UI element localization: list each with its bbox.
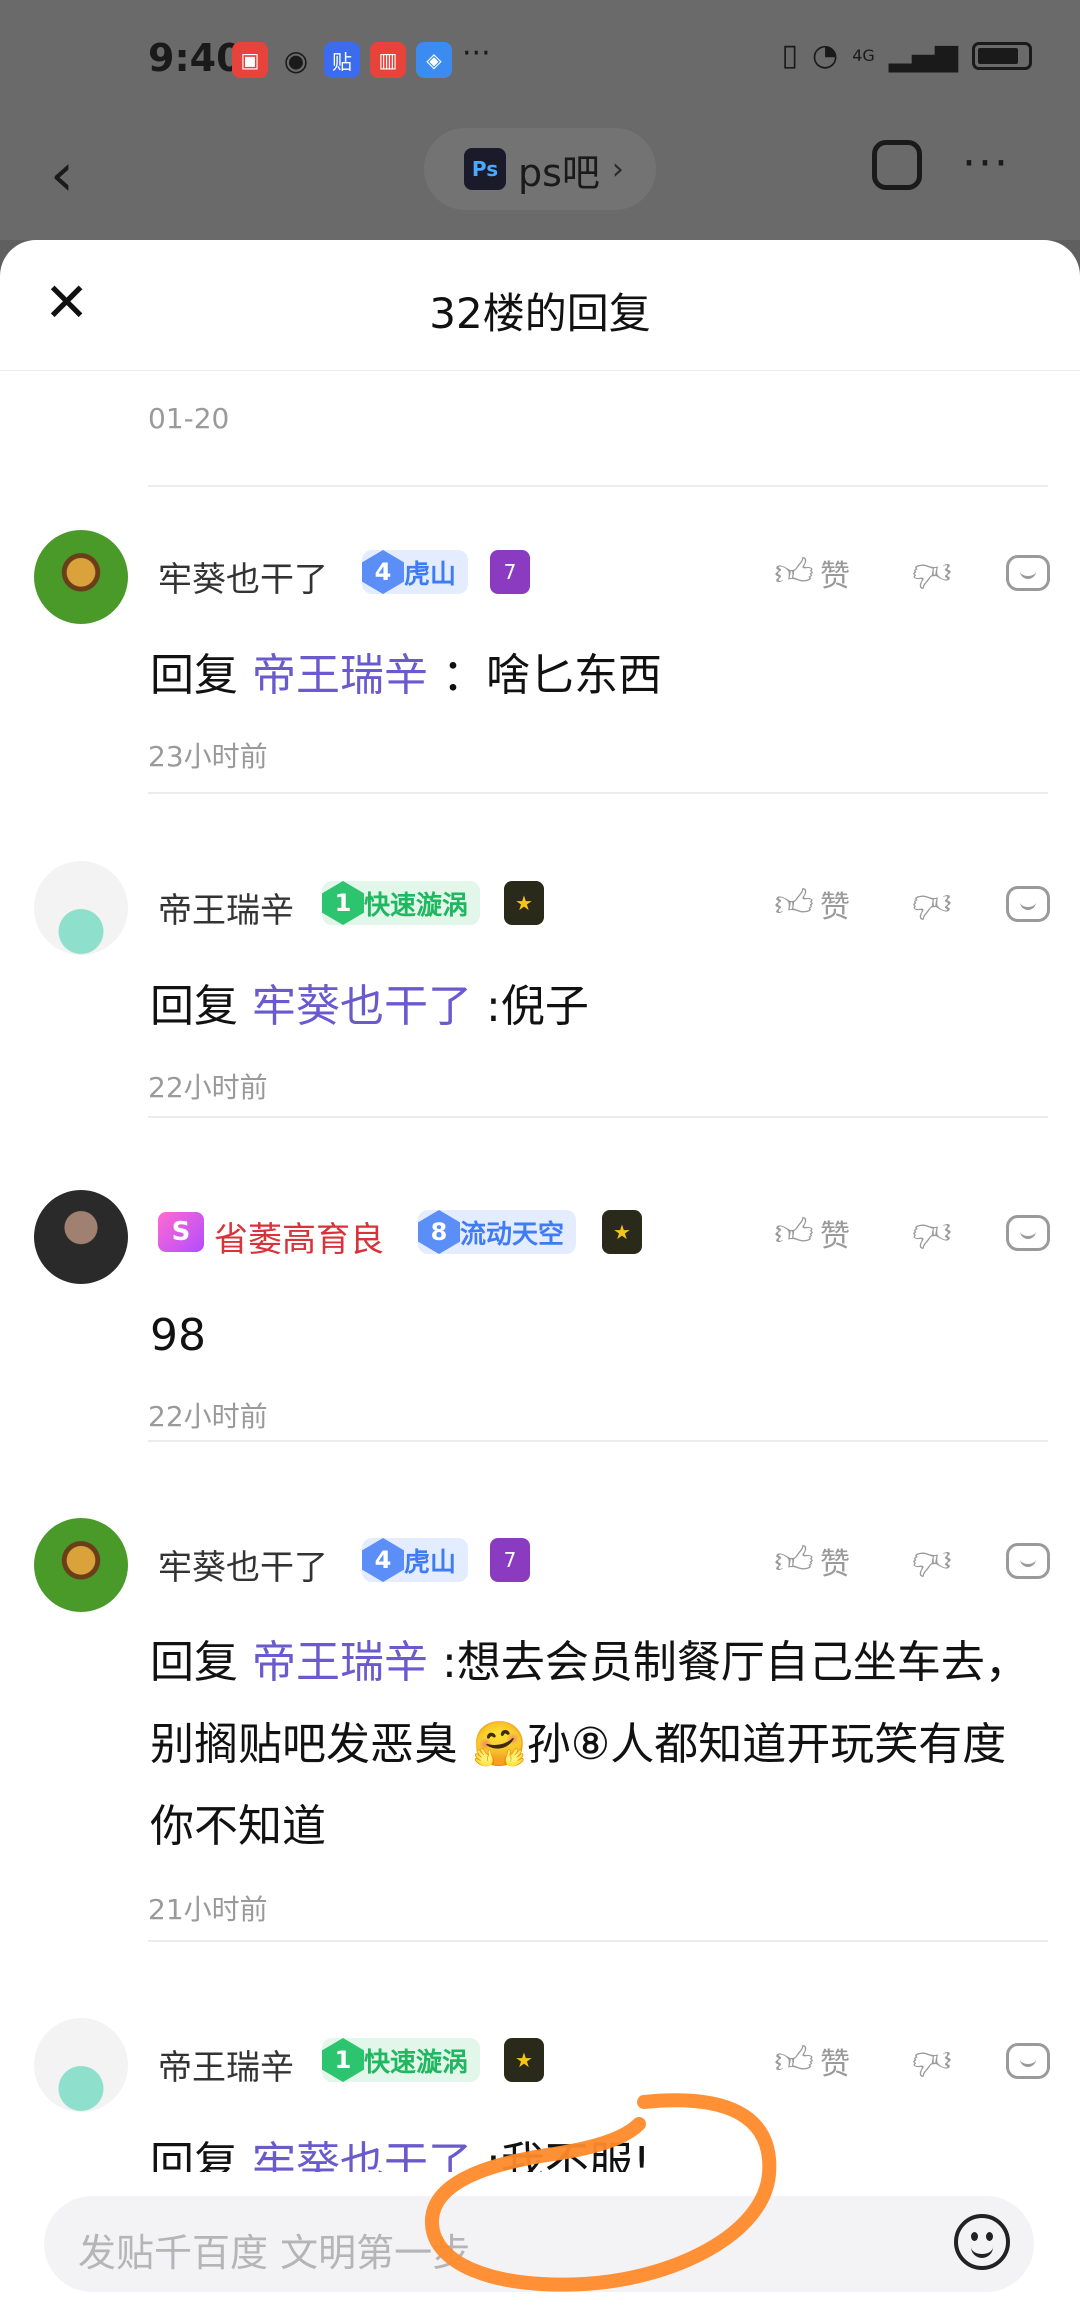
more-notifications-icon: ··· [462,36,491,71]
notification-icons: ▣ ◉ 贴 ▥ ◈ [232,42,452,78]
comment-body: 98 [150,1310,206,1361]
reply-icon[interactable] [1006,1543,1050,1579]
username[interactable]: 牢葵也干了 [158,1540,328,1589]
avatar[interactable] [34,1190,128,1284]
comment-time: 22小时前 [148,1400,268,1433]
chevron-right-icon: › [611,151,624,187]
divider [148,1440,1048,1442]
status-time: 9:40 [148,36,243,80]
avatar[interactable] [34,1518,128,1612]
comment-body: 回复 牢葵也干了 :倪子 [150,981,589,1032]
wifi-icon: ◔ [812,38,839,73]
edit-icon[interactable] [872,140,922,190]
medal-icon: 7 [490,1538,530,1582]
medal-icon: ★ [602,1210,642,1254]
thumb-up-icon: 👍︎ [774,2038,814,2082]
thumb-down-icon[interactable]: 👍︎ [912,1210,952,1256]
browser-app-icon: ◈ [416,42,452,78]
comment-body: 回复 帝王瑞辛 ：啥匕东西 [150,650,662,701]
status-bar: 9:40 ▣ ◉ 贴 ▥ ◈ ··· ▯ ◔ 4G ▂▄▆ [0,0,1080,120]
like-button[interactable]: 👍︎ 赞 [774,2038,864,2084]
avatar[interactable] [34,2018,128,2112]
forum-pill[interactable]: Ps ps吧 › [424,128,656,210]
thumb-up-icon: 👍︎ [774,1538,814,1582]
like-button[interactable]: 👍︎ 赞 [774,1538,864,1584]
emoji-icon[interactable] [954,2214,1010,2270]
forum-name: ps吧 [518,150,600,195]
level-badge: 1 快速漩涡 [322,881,481,925]
comment-time: 22小时前 [148,1071,268,1104]
tieba-app-icon: 贴 [324,42,360,78]
comment-time: 21小时前 [148,1893,268,1926]
back-icon[interactable]: ‹ [50,140,74,210]
username[interactable]: 帝王瑞辛 [158,883,294,932]
system-indicators: ▯ ◔ 4G ▂▄▆ [781,38,1032,73]
divider [148,485,1048,487]
username[interactable]: 帝王瑞辛 [158,2040,294,2089]
network-type: 4G [852,46,875,65]
vip-badge: S [158,1212,204,1252]
mention-link[interactable]: 帝王瑞辛 [252,650,428,701]
level-badge: 4 虎山 [362,1538,469,1582]
reply-icon[interactable] [1006,2043,1050,2079]
thumb-up-icon: 👍︎ [774,1210,814,1254]
reply-sheet: ✕ 32楼的回复 01-20 牢葵也干了 4 虎山 7 👍︎ 赞 👍︎ 回复 帝王瑞… [0,240,1080,2310]
book-app-icon: ▥ [370,42,406,78]
battery-icon [972,41,1032,70]
level-badge: 1 快速漩涡 [322,2038,481,2082]
level-badge: 4 虎山 [362,550,469,594]
more-icon[interactable]: ··· [962,138,1010,189]
comment-actions: 👍︎ 赞 👍︎ [774,2038,1050,2084]
reply-input[interactable]: 发贴千百度 文明第一步 [44,2196,1034,2292]
divider [148,792,1048,794]
huawei-app-icon: ▣ [232,42,268,78]
medal-icon: ★ [504,2038,544,2082]
prev-comment-date: 01-20 [148,402,230,435]
reply-input-bar: 发贴千百度 文明第一步 [0,2172,1080,2310]
reply-icon[interactable] [1006,555,1050,591]
thumb-down-icon[interactable]: 👍︎ [912,2038,952,2084]
sheet-title: 32楼的回复 [429,289,651,338]
like-button[interactable]: 👍︎ 赞 [774,550,864,596]
medal-icon: ★ [504,881,544,925]
level-badge: 8 流动天空 [418,1210,577,1254]
divider [148,1940,1048,1942]
thumb-down-icon[interactable]: 👍︎ [912,881,952,927]
comment-actions: 👍︎ 赞 👍︎ [774,550,1050,596]
medal-icon: 7 [490,550,530,594]
signal-icon: ▂▄▆ [888,38,958,73]
vibrate-icon: ▯ [781,38,799,73]
username[interactable]: 牢葵也干了 [158,552,328,601]
like-button[interactable]: 👍︎ 赞 [774,881,864,927]
top-nav: ‹ Ps ps吧 › ··· [0,120,1080,240]
thumb-down-icon[interactable]: 👍︎ [912,1538,952,1584]
username[interactable]: 省萎高育良 [214,1212,384,1261]
reply-icon[interactable] [1006,886,1050,922]
thumb-up-icon: 👍︎ [774,881,814,925]
sheet-header: ✕ 32楼的回复 [0,240,1080,371]
comment-body: 回复 帝王瑞辛 :想去会员制餐厅自己坐车去，别搁贴吧发恶臭 🤗孙⑧人都知道开玩笑… [150,1637,1029,1852]
forum-logo-icon: Ps [464,148,506,190]
divider [148,1116,1048,1118]
comment-time: 23小时前 [148,740,268,773]
thumb-up-icon: 👍︎ [774,550,814,594]
avatar[interactable] [34,530,128,624]
thumb-down-icon[interactable]: 👍︎ [912,550,952,596]
mention-link[interactable]: 牢葵也干了 [252,981,472,1032]
wechat-icon: ◉ [283,43,309,77]
mention-link[interactable]: 帝王瑞辛 [252,1637,428,1688]
comment-actions: 👍︎ 赞 👍︎ [774,1538,1050,1584]
reply-icon[interactable] [1006,1215,1050,1251]
reply-input-placeholder: 发贴千百度 文明第一步 [78,2231,471,2275]
like-button[interactable]: 👍︎ 赞 [774,1210,864,1256]
comment-actions: 👍︎ 赞 👍︎ [774,1210,1050,1256]
comment-actions: 👍︎ 赞 👍︎ [774,881,1050,927]
avatar[interactable] [34,861,128,955]
